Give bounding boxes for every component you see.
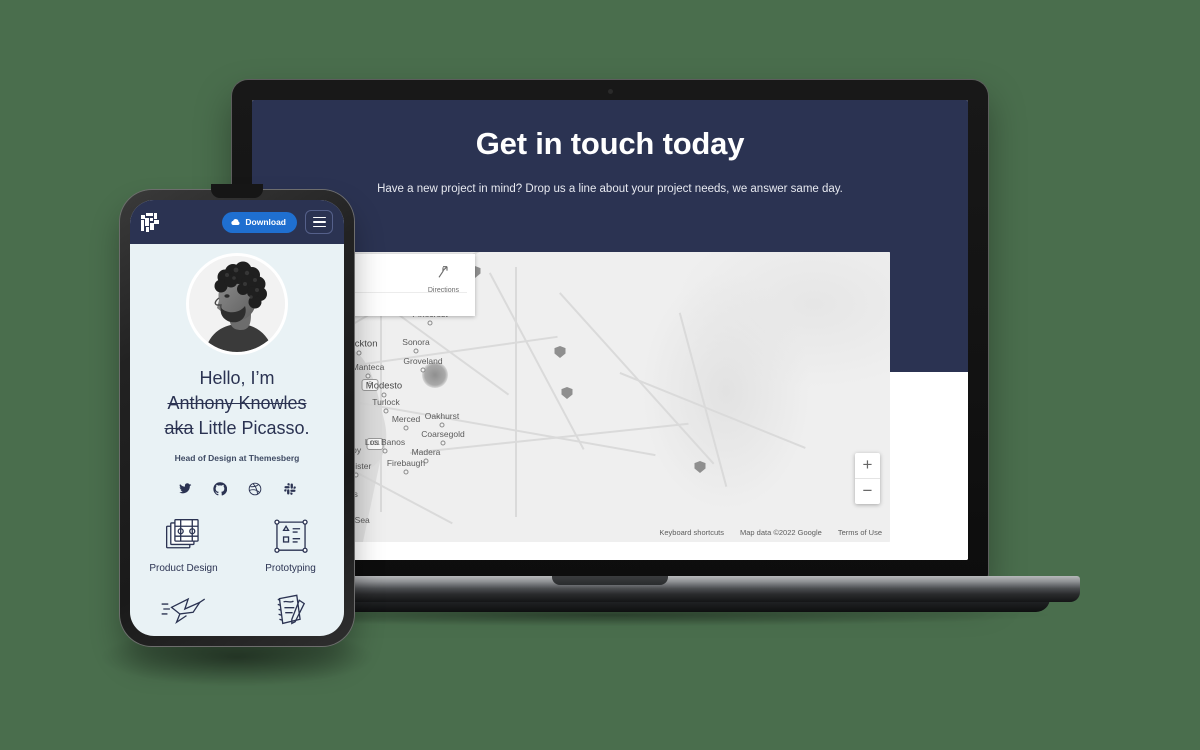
map-city-dot xyxy=(440,440,446,446)
notepad-pencil-icon xyxy=(277,594,305,625)
terms-of-use-link[interactable]: Terms of Use xyxy=(838,528,882,537)
struck-aka: aka xyxy=(164,418,194,438)
service-label: Prototyping xyxy=(265,563,316,574)
map-city-label: Madera xyxy=(411,447,441,457)
dribbble-icon[interactable] xyxy=(248,482,262,501)
avatar xyxy=(189,256,285,352)
map-road xyxy=(515,267,517,517)
phone-screen: Download Hello, I’m Anthony Knowles aka … xyxy=(130,200,344,636)
download-label: Download xyxy=(245,217,286,227)
blocks-logo-icon[interactable] xyxy=(141,212,160,232)
struck-name: Anthony Knowles xyxy=(167,393,307,413)
map-city-dot xyxy=(383,408,389,414)
website-page: Get in touch today Have a new project in… xyxy=(252,100,968,560)
map-city-dot xyxy=(356,350,362,356)
services-grid: Product Design Prototyping xyxy=(130,518,344,636)
map-city-dot xyxy=(365,373,371,379)
laptop-base-notch xyxy=(552,576,668,585)
profile-heading: Hello, I’m Anthony Knowles aka Little Pi… xyxy=(140,366,334,441)
phone-mockup: Download Hello, I’m Anthony Knowles aka … xyxy=(120,184,354,646)
map-city-dot xyxy=(427,320,433,326)
map-city-label: Oakhurst xyxy=(424,411,460,421)
service-item[interactable]: Prototyping xyxy=(265,518,316,574)
map-city-label: Firebaugh xyxy=(386,458,426,468)
github-icon[interactable] xyxy=(212,482,227,501)
social-links xyxy=(130,482,344,501)
service-item[interactable] xyxy=(160,592,208,636)
map-data-attribution: Map data ©2022 Google xyxy=(739,528,822,537)
map-city-dot xyxy=(439,422,445,428)
map-city-label: Sonora xyxy=(402,337,430,347)
map-zoom-out-button[interactable]: − xyxy=(855,479,880,504)
map-city-dot xyxy=(403,469,409,475)
service-item[interactable]: Product Design xyxy=(149,518,218,574)
google-map[interactable]: 80 5 880 101 HealdsburgSanta RosaSacrame… xyxy=(260,252,890,542)
laptop-camera-icon xyxy=(607,89,613,94)
map-road xyxy=(380,312,382,512)
map-city-dot xyxy=(413,348,419,354)
map-city-label: Modesto xyxy=(365,380,403,392)
map-zoom-in-button[interactable]: + xyxy=(855,453,880,478)
keyboard-shortcuts-link[interactable]: Keyboard shortcuts xyxy=(659,528,724,537)
slack-icon[interactable] xyxy=(283,482,297,501)
directions-button[interactable]: Directions xyxy=(428,264,459,294)
greeting-text: Hello, I’m xyxy=(199,368,275,388)
phone-notch xyxy=(211,184,263,198)
directions-arrow-icon xyxy=(438,266,449,278)
service-item[interactable] xyxy=(272,592,310,636)
layered-artboard-icon xyxy=(165,518,199,549)
hero-subtitle: Have a new project in mind? Drop us a li… xyxy=(377,183,843,195)
nickname: Little Picasso. xyxy=(193,418,310,438)
directions-label: Directions xyxy=(427,287,459,294)
map-city-dot xyxy=(403,425,409,431)
map-city-label: Coarsegold xyxy=(421,429,465,439)
cloud-download-icon xyxy=(231,218,240,225)
service-label: Product Design xyxy=(149,563,218,574)
map-city-label: Manteca xyxy=(351,362,385,372)
map-city-label: Turlock xyxy=(372,397,400,407)
map-credits: Keyboard shortcuts Map data ©2022 Google… xyxy=(659,528,882,537)
download-button[interactable]: Download xyxy=(222,211,297,233)
wireframe-board-icon xyxy=(273,519,308,553)
map-city-dot xyxy=(353,472,359,478)
profile-role: Head of Design at Themesberg xyxy=(174,453,300,463)
map-city-dot xyxy=(420,367,426,373)
portrait-avatar xyxy=(189,256,285,352)
page-title: Get in touch today xyxy=(475,126,745,161)
map-city-label: Groveland xyxy=(403,356,443,366)
mobile-navbar: Download xyxy=(130,200,344,244)
map-city-dot xyxy=(382,448,388,454)
laptop-screen: Get in touch today Have a new project in… xyxy=(252,100,968,560)
map-city-label: Merced xyxy=(391,414,421,424)
map-zoom-controls[interactable]: + − xyxy=(855,453,880,504)
map-city-label: Los Banos xyxy=(364,437,406,447)
twitter-icon[interactable] xyxy=(178,482,192,501)
hamburger-menu-icon[interactable] xyxy=(305,210,333,234)
origami-bird-icon xyxy=(161,597,205,624)
